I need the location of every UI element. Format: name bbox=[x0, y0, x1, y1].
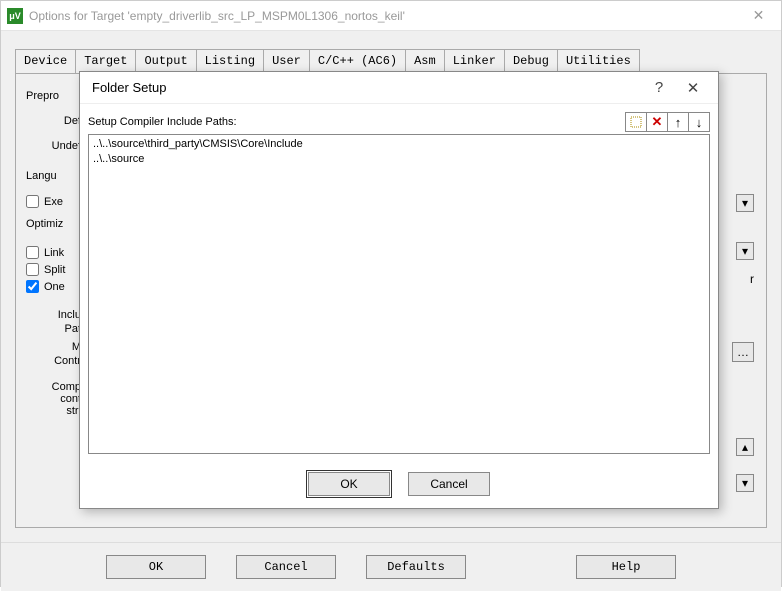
new-path-button[interactable] bbox=[625, 112, 647, 132]
setup-label: Setup Compiler Include Paths: bbox=[88, 116, 626, 128]
browse-button[interactable]: … bbox=[732, 342, 754, 362]
dialog-cancel-button[interactable]: Cancel bbox=[408, 472, 490, 496]
arrow-up-icon: ↑ bbox=[675, 115, 682, 130]
label-undef: Undef bbox=[26, 140, 81, 152]
tab-c-cpp[interactable]: C/C++ (AC6) bbox=[309, 49, 406, 73]
label-contr: Contr bbox=[26, 355, 81, 367]
defaults-button[interactable]: Defaults bbox=[366, 555, 466, 579]
dialog-ok-button[interactable]: OK bbox=[308, 472, 390, 496]
label-link: Link bbox=[44, 247, 64, 259]
background-labels: Prepro Def Undef Langu Exe Optimiz Link … bbox=[26, 90, 81, 430]
arrow-down-icon: ↓ bbox=[696, 115, 703, 130]
label-pat: Pat bbox=[26, 323, 81, 335]
label-split: Split bbox=[44, 264, 65, 276]
setup-toolbar: ✕ ↑ ↓ bbox=[626, 112, 710, 132]
label-one: One bbox=[44, 281, 65, 293]
folder-setup-dialog: Folder Setup ? ✕ Setup Compiler Include … bbox=[79, 71, 719, 509]
checkbox-split[interactable] bbox=[26, 263, 39, 276]
tab-linker[interactable]: Linker bbox=[444, 49, 505, 73]
label-stri: stri bbox=[26, 405, 81, 417]
tab-utilities[interactable]: Utilities bbox=[557, 49, 640, 73]
ok-button[interactable]: OK bbox=[106, 555, 206, 579]
new-icon bbox=[630, 116, 642, 128]
tab-device[interactable]: Device bbox=[15, 49, 76, 73]
main-button-bar: OK Cancel Defaults Help bbox=[1, 542, 781, 591]
tab-target[interactable]: Target bbox=[75, 49, 136, 73]
label-inclu: Inclu bbox=[26, 309, 81, 321]
main-window: μV Options for Target 'empty_driverlib_s… bbox=[0, 0, 782, 587]
dialog-body: Setup Compiler Include Paths: ✕ ↑ ↓ bbox=[80, 104, 718, 462]
checkbox-exe[interactable] bbox=[26, 195, 39, 208]
label-def: Def bbox=[26, 115, 81, 127]
scroll-down[interactable]: ▾ bbox=[736, 474, 754, 492]
dialog-button-bar: OK Cancel bbox=[80, 462, 718, 508]
background-right: ▾ ▾ r … ▴ ▾ bbox=[732, 194, 754, 492]
cancel-button[interactable]: Cancel bbox=[236, 555, 336, 579]
delete-icon: ✕ bbox=[652, 114, 663, 130]
app-icon: μV bbox=[7, 8, 23, 24]
label-langu: Langu bbox=[26, 170, 81, 182]
tab-output[interactable]: Output bbox=[135, 49, 196, 73]
help-button[interactable]: Help bbox=[576, 555, 676, 579]
label-cont: cont bbox=[26, 393, 81, 405]
close-button[interactable]: ✕ bbox=[736, 1, 781, 31]
paths-listbox[interactable]: ..\..\source\third_party\CMSIS\Core\Incl… bbox=[88, 134, 710, 454]
label-r: r bbox=[732, 272, 754, 286]
label-m: M bbox=[26, 341, 81, 353]
dialog-title: Folder Setup bbox=[92, 80, 642, 95]
label-comp: Comp bbox=[26, 381, 81, 393]
move-up-button[interactable]: ↑ bbox=[667, 112, 689, 132]
dropdown-1[interactable]: ▾ bbox=[736, 194, 754, 212]
scroll-up[interactable]: ▴ bbox=[736, 438, 754, 456]
tab-user[interactable]: User bbox=[263, 49, 310, 73]
main-titlebar: μV Options for Target 'empty_driverlib_s… bbox=[1, 1, 781, 31]
path-item[interactable]: ..\..\source bbox=[93, 152, 705, 167]
dialog-titlebar: Folder Setup ? ✕ bbox=[80, 72, 718, 104]
checkbox-one[interactable] bbox=[26, 280, 39, 293]
path-item[interactable]: ..\..\source\third_party\CMSIS\Core\Incl… bbox=[93, 137, 705, 152]
move-down-button[interactable]: ↓ bbox=[688, 112, 710, 132]
tab-bar: Device Target Output Listing User C/C++ … bbox=[1, 31, 781, 73]
setup-row: Setup Compiler Include Paths: ✕ ↑ ↓ bbox=[88, 112, 710, 132]
dialog-close-button[interactable]: ✕ bbox=[676, 74, 710, 102]
tab-debug[interactable]: Debug bbox=[504, 49, 558, 73]
label-prepro: Prepro bbox=[26, 90, 81, 102]
label-exe: Exe bbox=[44, 196, 63, 208]
tab-asm[interactable]: Asm bbox=[405, 49, 445, 73]
label-optim: Optimiz bbox=[26, 218, 81, 230]
window-title: Options for Target 'empty_driverlib_src_… bbox=[29, 9, 736, 23]
dropdown-2[interactable]: ▾ bbox=[736, 242, 754, 260]
delete-path-button[interactable]: ✕ bbox=[646, 112, 668, 132]
tab-listing[interactable]: Listing bbox=[196, 49, 264, 73]
dialog-help-button[interactable]: ? bbox=[642, 74, 676, 102]
checkbox-link[interactable] bbox=[26, 246, 39, 259]
